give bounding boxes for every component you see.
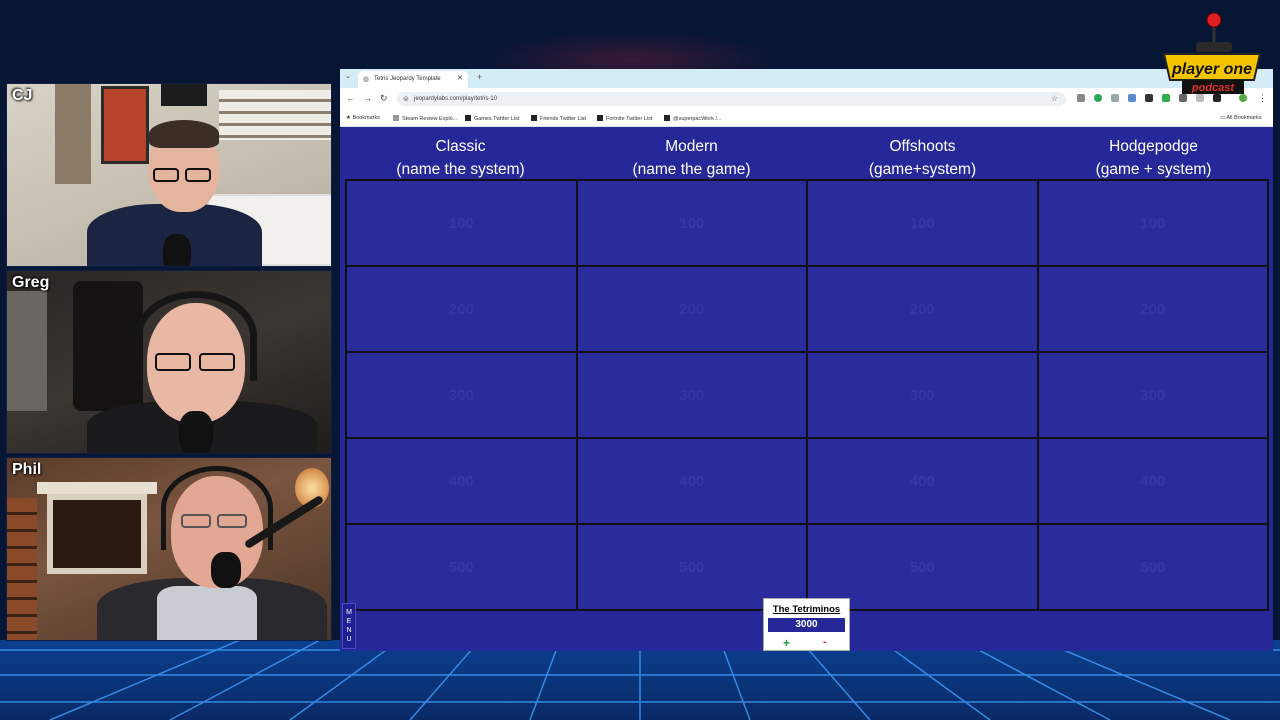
shelf-collectibles: [219, 90, 331, 140]
tab-title: Tetris Jeopardy Template: [374, 76, 441, 82]
category-header: Offshoots (game+system): [807, 135, 1038, 181]
question-cell[interactable]: 500: [577, 525, 806, 609]
webcam-phil: Phil: [6, 457, 332, 641]
tab-search-icon[interactable]: ⌄: [345, 72, 351, 80]
url-input[interactable]: ⊜ jeopardylabs.com/play/tetris-10 ☆: [397, 92, 1066, 106]
forward-icon[interactable]: →: [363, 93, 372, 103]
question-cell[interactable]: 200: [1038, 267, 1267, 351]
bookmark-item[interactable]: ★ Bookmarks: [346, 115, 380, 121]
bookmark-item[interactable]: Friends Twitter List: [531, 115, 586, 122]
category-title: Classic: [435, 138, 486, 155]
bookmark-star-icon[interactable]: ☆: [1051, 94, 1058, 103]
menu-button[interactable]: M E N U: [342, 603, 356, 649]
all-bookmarks[interactable]: ▭ All Bookmarks: [1220, 115, 1262, 121]
logo-text-bottom: podcast: [1191, 82, 1236, 94]
fireplace: [47, 494, 147, 574]
extension-icon[interactable]: [1128, 94, 1136, 102]
bookmark-item[interactable]: Steam Review Explo...: [393, 115, 457, 122]
back-icon[interactable]: ←: [346, 93, 355, 103]
question-cell[interactable]: 400: [347, 439, 576, 523]
poster-left: [55, 84, 91, 184]
category-title: Modern: [665, 138, 718, 155]
player-one-podcast-logo: player one podcast: [1160, 10, 1264, 102]
webcam-cj: CJ: [6, 83, 332, 267]
browser-window: ⌄ ◍ Tetris Jeopardy Template ✕ + – ← → ↻…: [340, 69, 1273, 651]
category-header: Classic (name the system): [345, 135, 576, 181]
window-left: [7, 291, 47, 411]
category-header: Hodgepodge (game + system): [1038, 135, 1269, 181]
poster-dragons-lair: [101, 86, 149, 164]
logo-text-top: player one: [1171, 61, 1252, 78]
question-cell[interactable]: 500: [1038, 525, 1267, 609]
subtract-points-button[interactable]: -: [823, 636, 827, 648]
bookmark-item[interactable]: Fortnite Twitter List: [597, 115, 652, 122]
globe-icon: ◍: [363, 76, 370, 83]
close-tab-icon[interactable]: ✕: [457, 74, 463, 82]
question-cell[interactable]: 300: [577, 353, 806, 437]
extension-icon[interactable]: [1077, 94, 1085, 102]
jeopardy-board: Classic (name the system) Modern (name t…: [340, 127, 1273, 651]
cam-label-cj: CJ: [12, 87, 33, 104]
category-subtitle: (game+system): [868, 161, 977, 178]
question-cell[interactable]: 200: [577, 267, 806, 351]
bookmark-item[interactable]: @superpacWork /...: [664, 115, 722, 122]
question-cell[interactable]: 100: [577, 181, 806, 265]
question-cell[interactable]: 300: [1038, 353, 1267, 437]
new-tab-icon[interactable]: +: [477, 72, 482, 82]
chair-back: [73, 281, 143, 411]
team-score-card: The Tetriminos 3000 + -: [763, 598, 850, 651]
category-title: Hodgepodge: [1109, 138, 1198, 155]
question-cell[interactable]: 100: [347, 181, 576, 265]
extension-icon[interactable]: [1094, 94, 1102, 102]
webcam-greg: Greg: [6, 270, 332, 454]
cam-label-phil: Phil: [12, 461, 42, 478]
add-points-button[interactable]: +: [783, 636, 790, 650]
category-subtitle: (name the system): [396, 161, 525, 178]
question-grid: 100 100 100 100 200 200 200 200 300 300 …: [345, 179, 1269, 611]
question-cell[interactable]: 400: [577, 439, 806, 523]
bookmark-item[interactable]: Games Twitter List: [465, 115, 519, 122]
poster-pacman: [161, 84, 207, 106]
question-cell[interactable]: 200: [808, 267, 1037, 351]
bookmarks-bar: ★ Bookmarks Steam Review Explo... Games …: [340, 110, 1273, 127]
address-bar-row: ← → ↻ ⊜ jeopardylabs.com/play/tetris-10 …: [340, 88, 1273, 110]
tab-bar: ⌄ ◍ Tetris Jeopardy Template ✕ + –: [340, 69, 1273, 88]
question-cell[interactable]: 500: [808, 525, 1037, 609]
question-cell[interactable]: 300: [347, 353, 576, 437]
url-text: jeopardylabs.com/play/tetris-10: [414, 96, 498, 102]
fireplace-mantel: [37, 482, 157, 494]
team-name[interactable]: The Tetriminos: [764, 604, 849, 615]
question-cell[interactable]: 200: [347, 267, 576, 351]
question-cell[interactable]: 300: [808, 353, 1037, 437]
question-cell[interactable]: 100: [1038, 181, 1267, 265]
question-cell[interactable]: 400: [1038, 439, 1267, 523]
question-cell[interactable]: 100: [808, 181, 1037, 265]
question-cell[interactable]: 400: [808, 439, 1037, 523]
category-header: Modern (name the game): [576, 135, 807, 181]
tab-tetris-jeopardy[interactable]: ◍ Tetris Jeopardy Template ✕: [358, 71, 468, 88]
category-title: Offshoots: [889, 138, 956, 155]
category-subtitle: (game + system): [1095, 161, 1212, 178]
background-grid-floor: [0, 640, 1280, 720]
extension-icon[interactable]: [1145, 94, 1153, 102]
cam-label-greg: Greg: [12, 274, 50, 291]
extension-icon[interactable]: [1111, 94, 1119, 102]
site-info-icon[interactable]: ⊜: [403, 95, 409, 103]
question-cell[interactable]: 500: [347, 525, 576, 609]
team-score: 3000: [768, 618, 845, 632]
reload-icon[interactable]: ↻: [380, 93, 388, 104]
bookshelf-left: [7, 498, 37, 640]
category-subtitle: (name the game): [632, 161, 751, 178]
